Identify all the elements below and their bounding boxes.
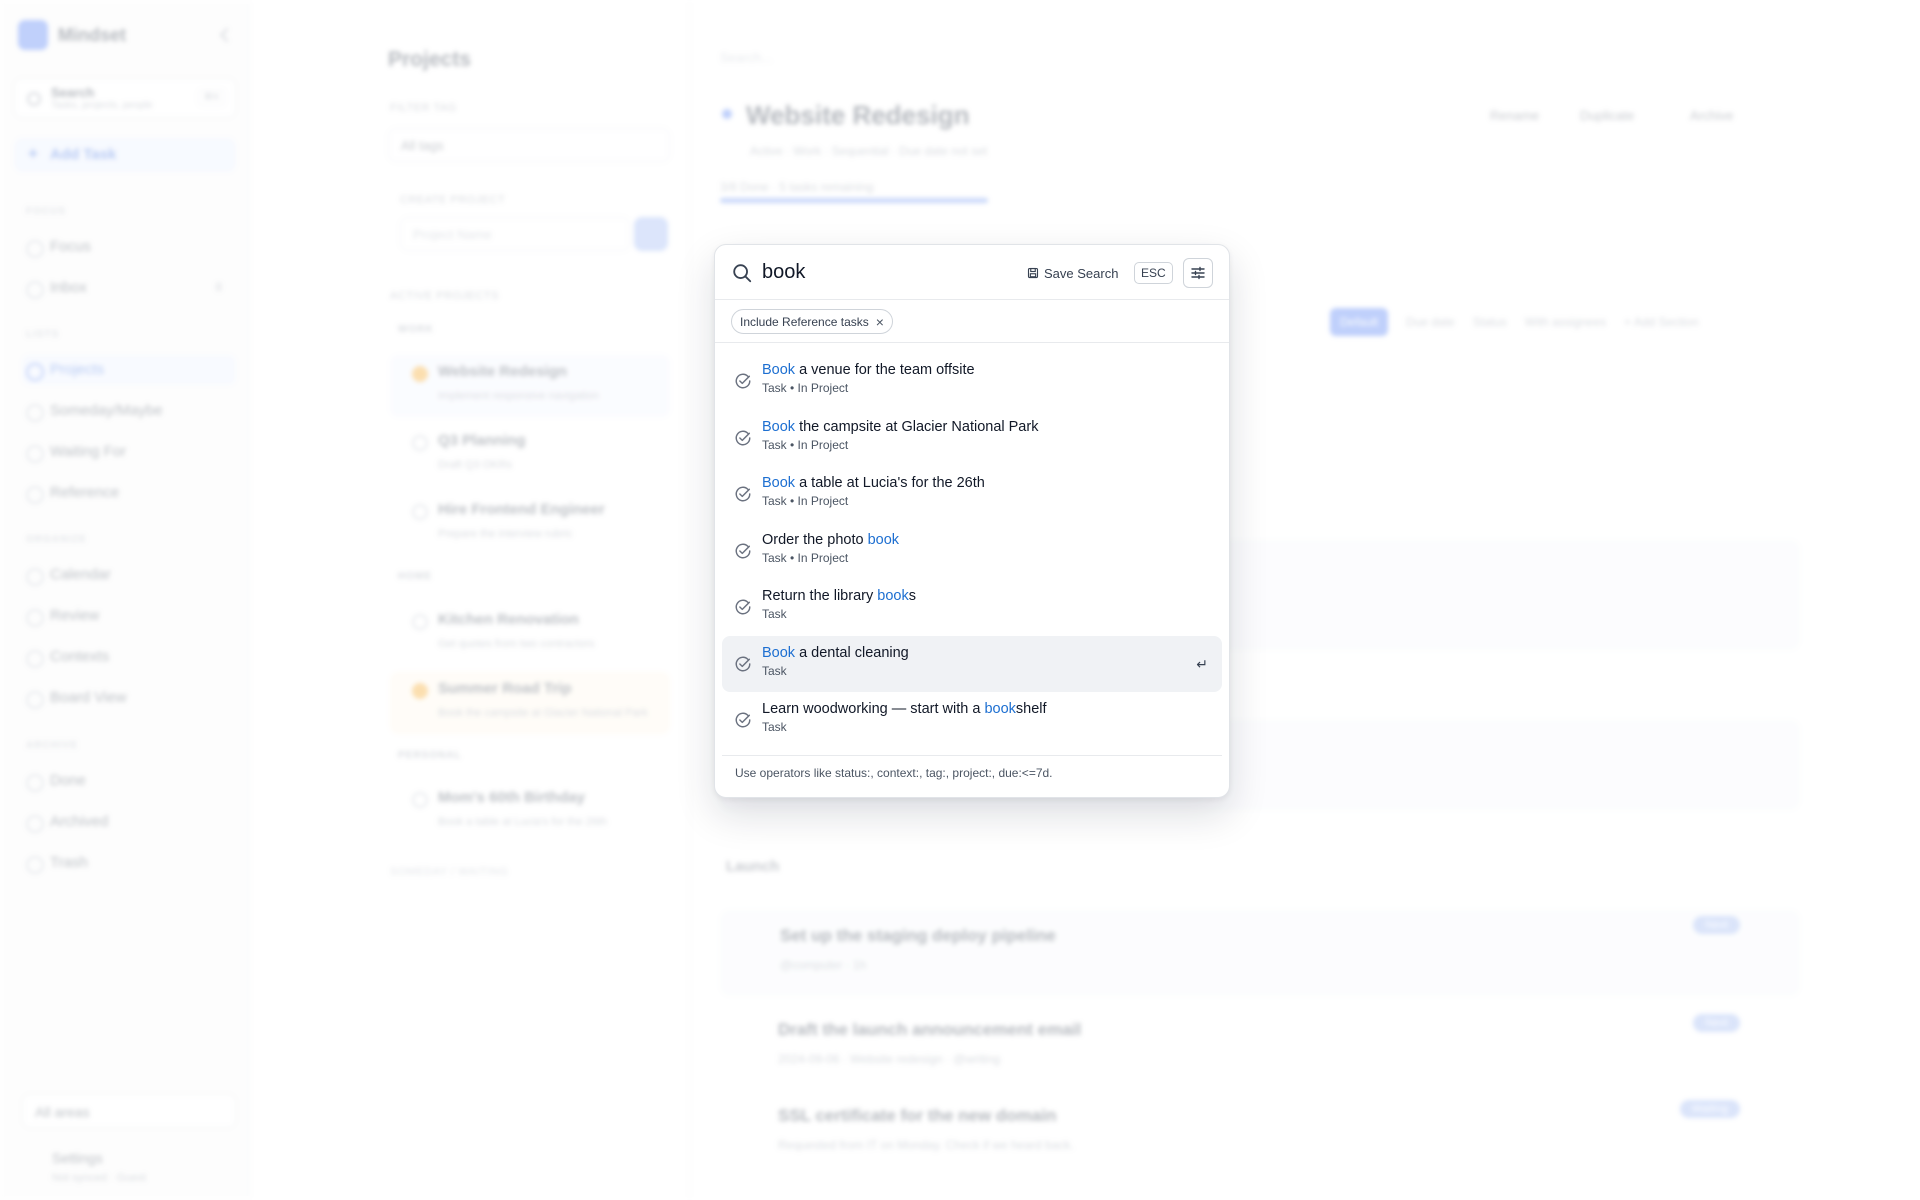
search-result[interactable]: Book a venue for the team offsite Task •… bbox=[722, 353, 1222, 410]
result-meta: Task • In Project bbox=[762, 494, 849, 508]
search-result[interactable]: Order the photo book Task • In Project bbox=[722, 523, 1222, 580]
search-options-button[interactable] bbox=[1183, 258, 1213, 288]
close-icon[interactable]: × bbox=[876, 315, 884, 329]
check-circle-icon bbox=[735, 430, 751, 445]
save-icon bbox=[1027, 267, 1039, 279]
result-match-highlight: Book bbox=[762, 362, 796, 378]
result-title: Learn woodworking — start with a bookshe… bbox=[762, 701, 1222, 717]
save-search-button[interactable]: Save Search bbox=[1021, 261, 1124, 285]
result-meta: Task bbox=[762, 607, 787, 621]
palette-header: Save Search ESC bbox=[715, 245, 1229, 300]
search-result[interactable]: Book a table at Lucia's for the 26th Tas… bbox=[722, 466, 1222, 523]
check-circle-icon bbox=[735, 486, 751, 502]
search-input[interactable] bbox=[762, 257, 992, 287]
result-meta: Task • In Project bbox=[762, 437, 849, 452]
sliders-icon bbox=[1191, 266, 1205, 280]
result-title-suffix: a table at Lucia's for the 26th bbox=[795, 475, 985, 491]
result-meta: Task • In Project bbox=[762, 550, 849, 565]
result-match-highlight: book bbox=[984, 701, 1016, 717]
result-title-prefix: Order the photo bbox=[762, 531, 868, 548]
search-icon bbox=[733, 264, 752, 283]
search-results: Book a venue for the team offsite Task •… bbox=[715, 343, 1229, 749]
search-result[interactable]: Book the campsite at Glacier National Pa… bbox=[722, 410, 1222, 467]
result-meta: Task bbox=[762, 720, 787, 734]
result-title: Order the photo book bbox=[762, 532, 1222, 548]
save-search-label: Save Search bbox=[1044, 265, 1119, 281]
search-palette: Save Search ESC Include Reference tasks … bbox=[714, 244, 1230, 798]
result-match-highlight: book bbox=[867, 531, 900, 548]
result-title: Book a table at Lucia's for the 26th bbox=[762, 475, 1222, 491]
result-meta: Task bbox=[762, 663, 787, 678]
result-title-suffix: s bbox=[908, 588, 916, 604]
result-title-prefix: Learn woodworking — start with a bbox=[762, 701, 985, 717]
result-title-suffix: a venue for the team offsite bbox=[795, 362, 975, 378]
check-circle-icon bbox=[735, 599, 751, 615]
search-help-footer: Use operators like status:, context:, ta… bbox=[722, 755, 1222, 790]
check-circle-icon bbox=[735, 656, 751, 671]
check-circle-icon bbox=[735, 712, 751, 728]
result-title-suffix: the campsite at Glacier National Park bbox=[795, 418, 1039, 435]
result-title: Return the library books bbox=[762, 588, 1222, 604]
result-title-suffix: shelf bbox=[1015, 701, 1047, 717]
result-meta: Task • In Project bbox=[762, 381, 849, 395]
filter-chips: Include Reference tasks × bbox=[715, 300, 1229, 343]
result-title-suffix: a dental cleaning bbox=[795, 644, 909, 661]
result-title: Book a dental cleaning bbox=[762, 645, 1222, 661]
result-match-highlight: Book bbox=[762, 475, 796, 491]
result-title-prefix: Return the library bbox=[762, 588, 878, 604]
result-title: Book a venue for the team offsite bbox=[762, 362, 1222, 378]
search-result[interactable]: Return the library books Task bbox=[722, 579, 1222, 636]
result-title: Book the campsite at Glacier National Pa… bbox=[762, 419, 1222, 435]
search-result-selected[interactable]: Book a dental cleaning Task ↵ bbox=[722, 635, 1222, 692]
filter-chip-reference[interactable]: Include Reference tasks × bbox=[731, 309, 893, 334]
check-circle-icon bbox=[735, 543, 751, 558]
result-match-highlight: Book bbox=[762, 418, 796, 435]
esc-key-hint[interactable]: ESC bbox=[1134, 262, 1173, 284]
filter-chip-label: Include Reference tasks bbox=[740, 314, 869, 329]
check-circle-icon bbox=[735, 373, 751, 389]
result-match-highlight: Book bbox=[762, 644, 796, 661]
search-result[interactable]: Learn woodworking — start with a bookshe… bbox=[722, 692, 1222, 749]
result-match-highlight: book bbox=[877, 588, 909, 604]
enter-key-icon: ↵ bbox=[1196, 655, 1208, 672]
